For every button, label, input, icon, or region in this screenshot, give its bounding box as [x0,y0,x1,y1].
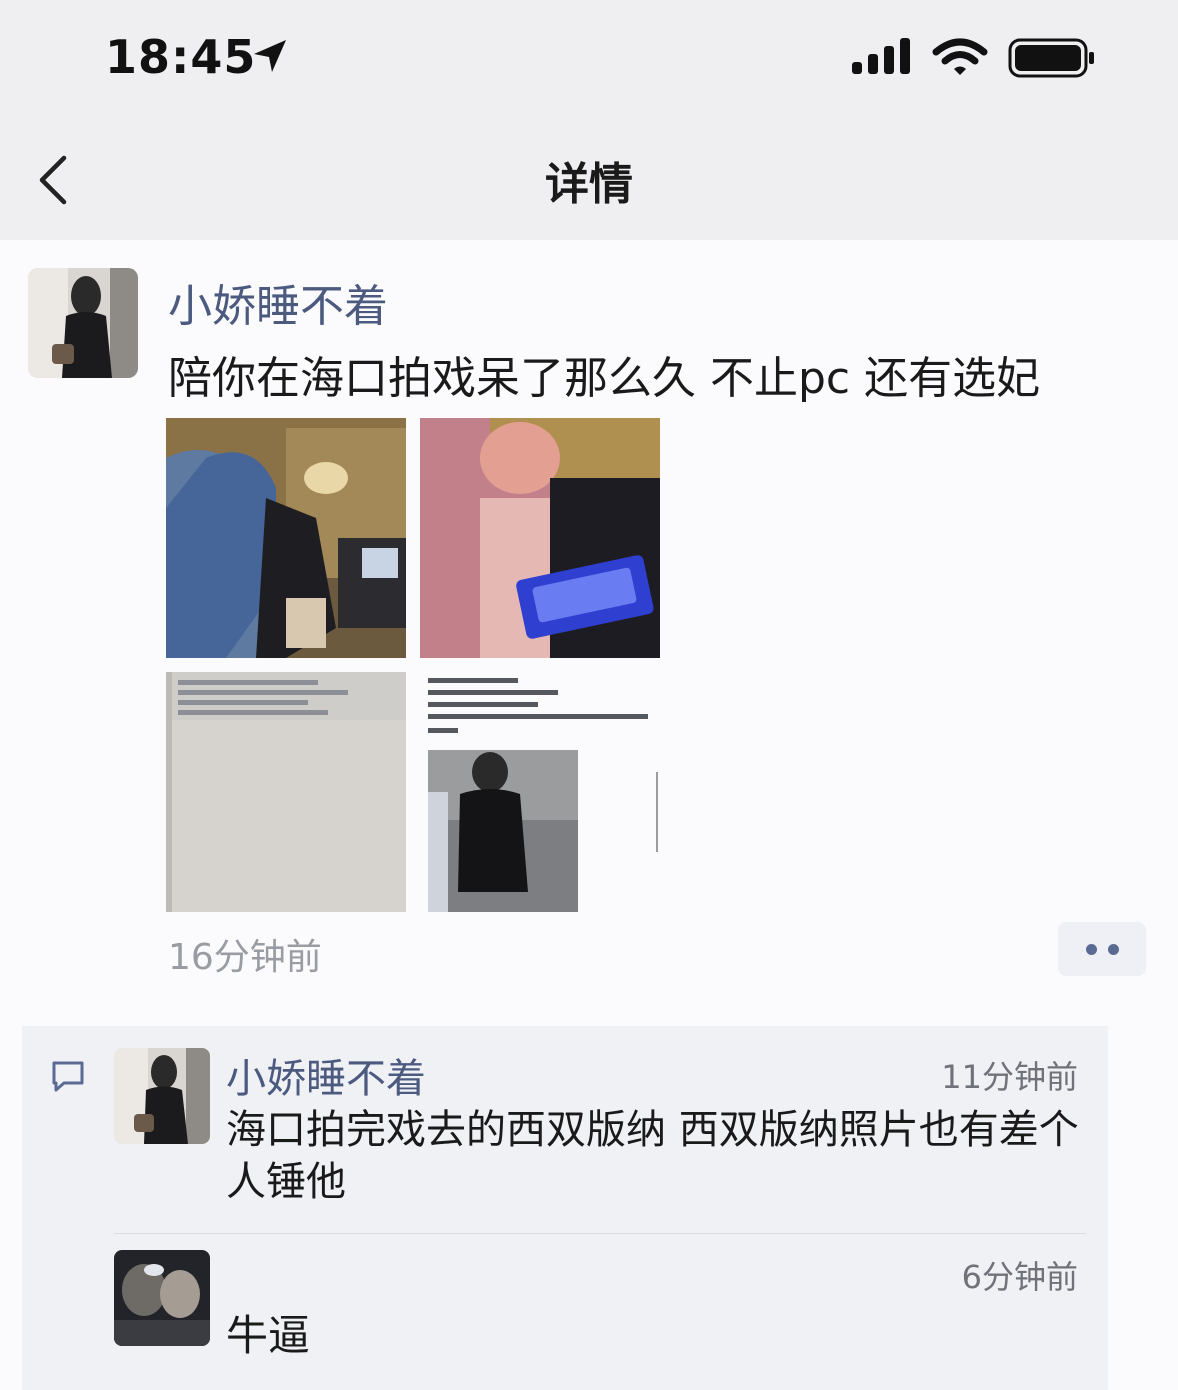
more-actions-button[interactable] [1058,922,1146,976]
page-title: 详情 [545,159,633,210]
more-dot-icon [1086,944,1097,955]
status-time: 18:45 [105,30,257,84]
comment-text: 海口拍完戏去的西双版纳 西双版纳照片也有差个人锤他 [226,1107,1079,1205]
post-author-avatar[interactable] [28,268,138,378]
post-photo-2[interactable] [420,418,660,658]
post-photo-4[interactable] [420,672,660,912]
post-photo-1[interactable] [166,418,406,658]
wifi-icon [932,38,988,75]
more-dot-icon [1108,944,1119,955]
post-timestamp: 16分钟前 [168,937,322,978]
comment-timestamp: 11分钟前 [941,1058,1078,1096]
comment-timestamp: 6分钟前 [961,1258,1078,1296]
comment-author-avatar[interactable] [114,1250,210,1346]
location-arrow-icon [254,40,286,72]
post-text: 陪你在海口拍戏呆了那么久 不止pc 还有选妃 [168,353,1041,404]
battery-icon [1008,38,1094,78]
comment-divider [114,1233,1086,1234]
cellular-signal-icon [852,38,910,74]
comment-author-avatar[interactable] [114,1048,210,1144]
comment-icon [52,1061,84,1092]
post-author-name[interactable]: 小娇睡不着 [168,270,388,334]
comment-text: 牛逼 [226,1311,311,1360]
comment-author-name[interactable]: 小娇睡不着 [226,1046,426,1104]
post-photo-3[interactable] [166,672,406,912]
